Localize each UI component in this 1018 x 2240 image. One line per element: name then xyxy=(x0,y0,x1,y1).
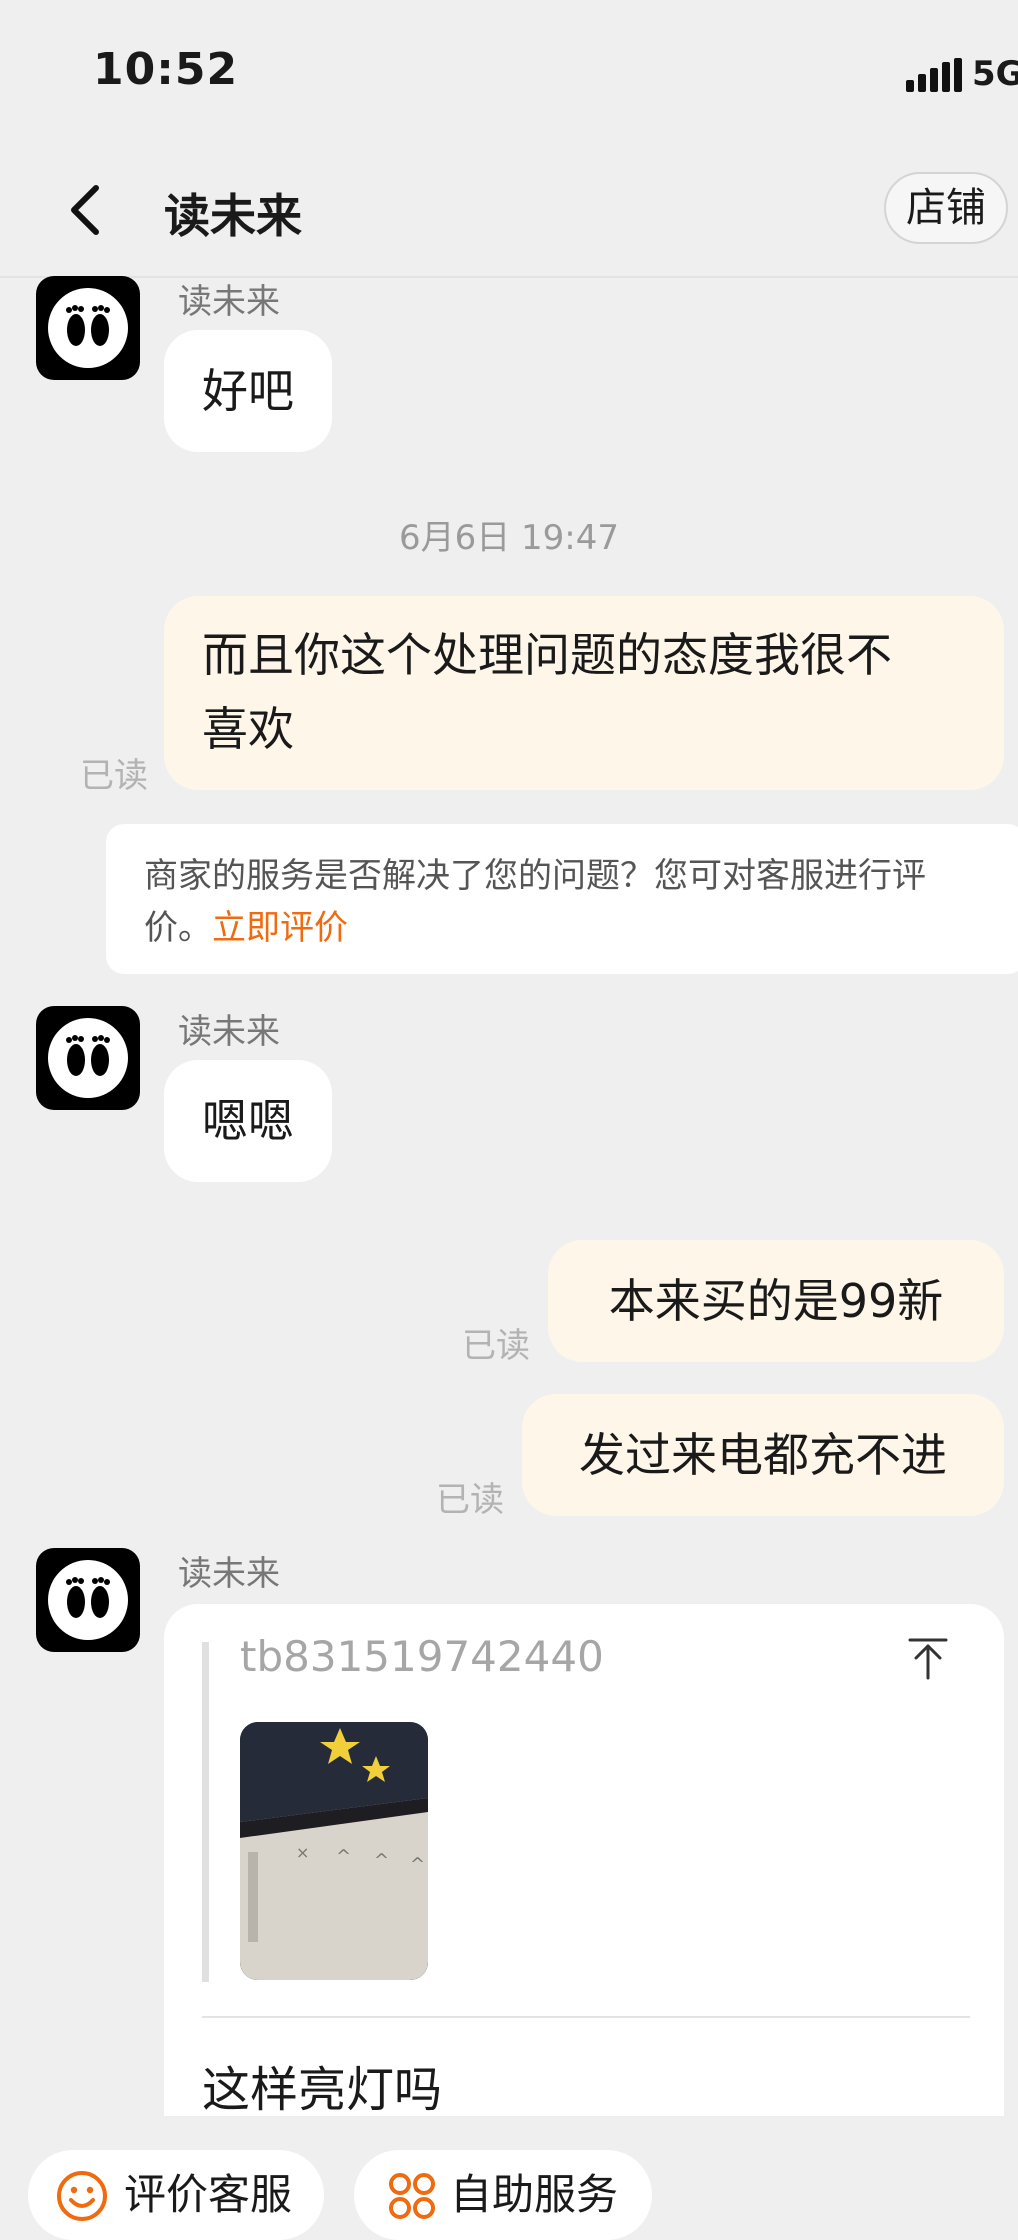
network-label: 5G xyxy=(972,54,1018,94)
shop-avatar[interactable] xyxy=(36,1006,140,1110)
quoted-reply-card[interactable]: tb831519742440 × ^ ^ ^ 这样亮灯吗 xyxy=(164,1604,1004,2116)
notice-text: 价。 xyxy=(144,908,212,948)
smile-icon xyxy=(57,2171,107,2221)
shop-avatar[interactable] xyxy=(36,1548,140,1652)
message-timestamp: 6月6日 19:47 xyxy=(398,518,620,558)
outgoing-message[interactable]: 本来买的是99新 xyxy=(548,1240,1004,1362)
incoming-message[interactable]: 好吧 xyxy=(164,330,332,452)
read-status: 已读 xyxy=(462,1326,530,1366)
nav-divider xyxy=(0,276,1018,278)
signal-icon xyxy=(906,58,962,92)
card-divider xyxy=(202,2016,970,2018)
svg-text:^: ^ xyxy=(336,1846,351,1867)
footprints-icon xyxy=(48,1560,128,1640)
sender-name: 读未来 xyxy=(178,1012,280,1052)
footprints-icon xyxy=(48,1018,128,1098)
collapse-top-icon[interactable] xyxy=(906,1636,950,1680)
message-line: 喜欢 xyxy=(202,702,294,756)
pill-label: 评价客服 xyxy=(124,2170,293,2219)
quoted-photo-thumbnail[interactable]: × ^ ^ ^ xyxy=(240,1722,428,1980)
read-status: 已读 xyxy=(436,1480,504,1520)
sender-name: 读未来 xyxy=(178,1554,280,1594)
pill-label: 自助服务 xyxy=(450,2170,619,2219)
self-service-button[interactable]: 自助服务 xyxy=(354,2150,652,2240)
footprints-icon xyxy=(48,288,128,368)
svg-text:×: × xyxy=(296,1843,309,1862)
status-time: 10:52 xyxy=(93,44,239,95)
svg-text:^: ^ xyxy=(410,1854,425,1875)
chat-title: 读未来 xyxy=(164,189,302,243)
read-status: 已读 xyxy=(80,756,148,796)
rate-now-link[interactable]: 立即评价 xyxy=(212,908,348,948)
shop-avatar[interactable] xyxy=(36,276,140,380)
quoted-user-id: tb831519742440 xyxy=(240,1632,604,1681)
outgoing-message[interactable]: 而且你这个处理问题的态度我很不 喜欢 xyxy=(164,596,1004,790)
svg-text:^: ^ xyxy=(374,1850,389,1871)
quote-bar xyxy=(202,1642,209,1982)
sender-name: 读未来 xyxy=(178,282,280,322)
shop-button[interactable]: 店铺 xyxy=(884,172,1008,244)
card-message-text: 这样亮灯吗 xyxy=(202,2062,443,2116)
grid-icon xyxy=(389,2173,435,2219)
incoming-message[interactable]: 嗯嗯 xyxy=(164,1060,332,1182)
message-line: 而且你这个处理问题的态度我很不 xyxy=(202,628,892,682)
rating-notice: 商家的服务是否解决了您的问题？您可对客服进行评 价。立即评价 xyxy=(106,824,1018,974)
notice-text: 商家的服务是否解决了您的问题？您可对客服进行评 xyxy=(144,856,926,896)
device-photo: × ^ ^ ^ xyxy=(240,1722,428,1980)
outgoing-message[interactable]: 发过来电都充不进 xyxy=(522,1394,1004,1516)
rate-service-button[interactable]: 评价客服 xyxy=(28,2150,324,2240)
back-arrow-icon[interactable] xyxy=(62,180,110,240)
